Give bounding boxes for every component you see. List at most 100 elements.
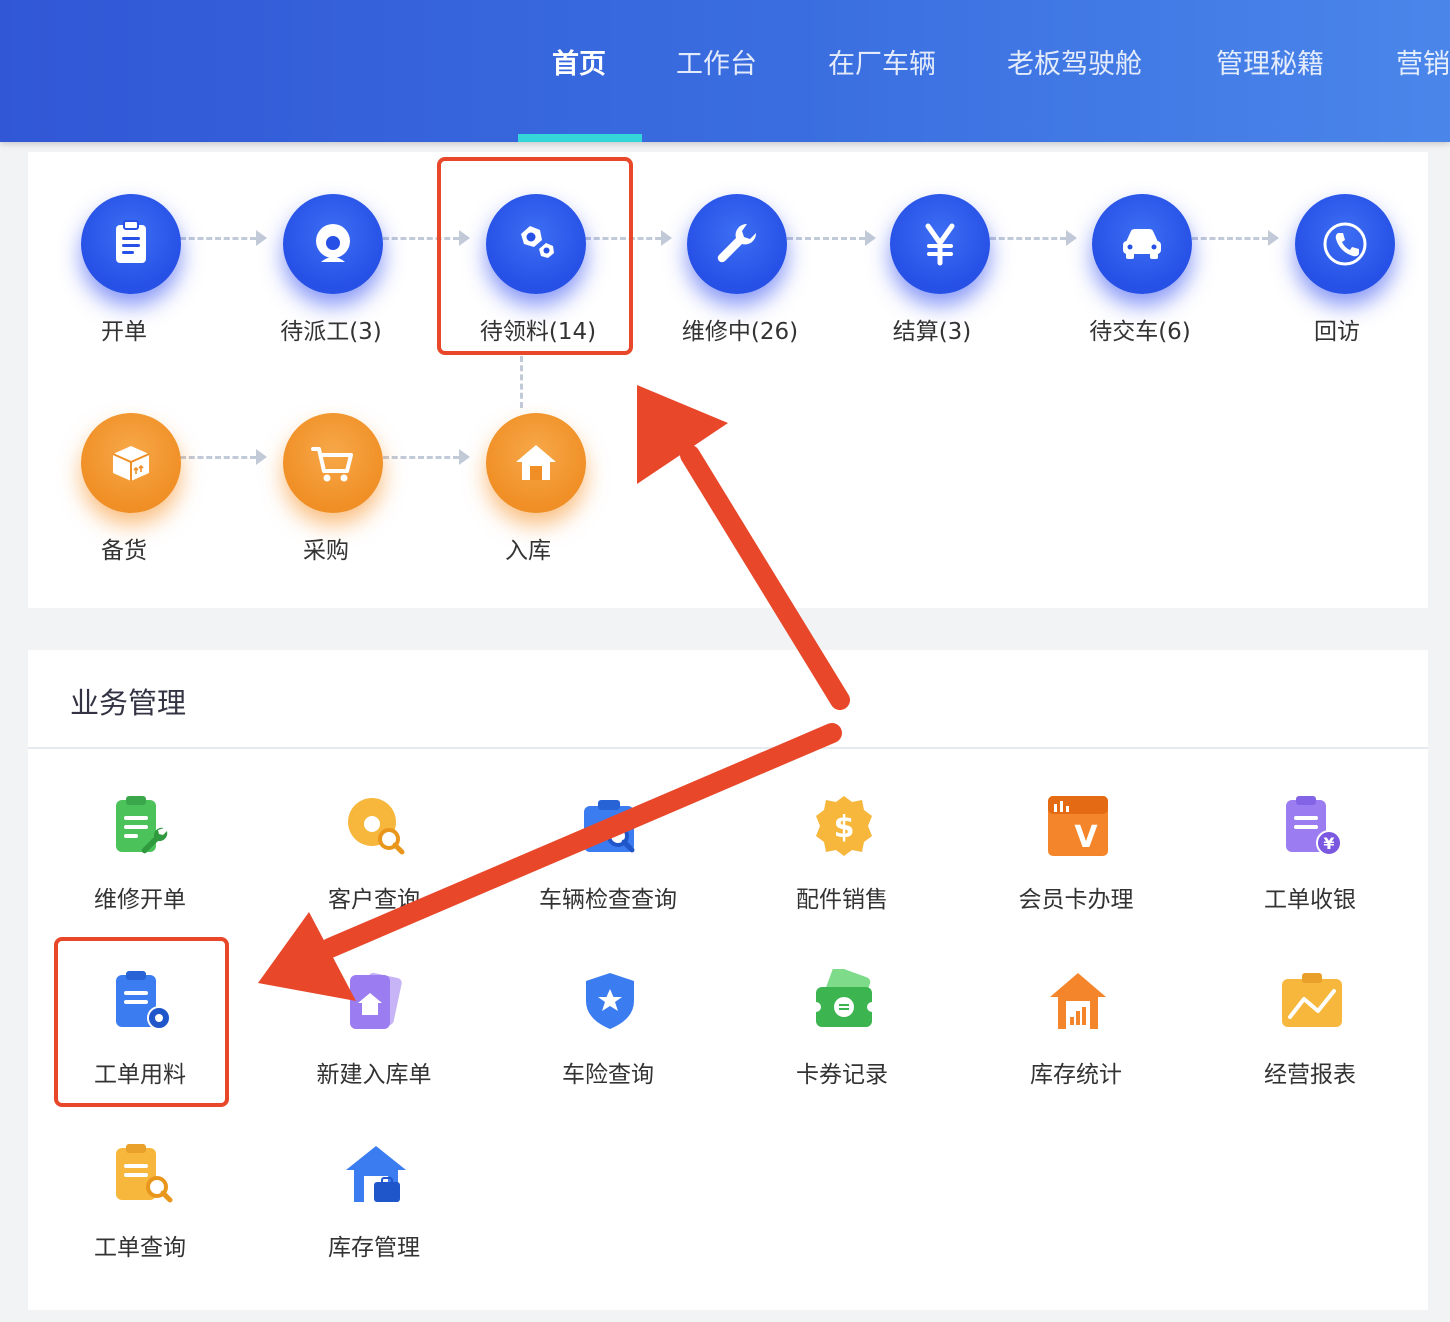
box-icon xyxy=(112,446,150,481)
flow-label-stock-prep: 备货 xyxy=(101,538,147,564)
flow-label-pending-delivery: 待交车(6) xyxy=(1089,319,1191,345)
biz-item-insurance[interactable]: 车险查询 xyxy=(508,969,708,1119)
biz-label: 库存统计 xyxy=(1030,1062,1122,1088)
flow-arrow xyxy=(459,449,470,465)
biz-label: 车险查询 xyxy=(562,1062,654,1088)
flow-arrow xyxy=(865,230,876,246)
biz-label: 新建入库单 xyxy=(316,1062,432,1088)
flow-connector-vertical xyxy=(520,356,523,408)
biz-item-member-card[interactable]: V 会员卡办理 xyxy=(976,794,1176,944)
flow-arrow xyxy=(1066,230,1077,246)
customer-search-icon xyxy=(348,798,405,855)
top-nav-bar: 首页 工作台 在厂车辆 老板驾驶舱 管理秘籍 营销 xyxy=(0,0,1450,142)
flow-node-settlement[interactable] xyxy=(890,194,990,294)
nav-item-boss-cockpit[interactable]: 老板驾驶舱 xyxy=(1007,40,1142,90)
flow-connector xyxy=(990,237,1066,240)
member-card-icon: V xyxy=(1048,796,1108,856)
phone-icon xyxy=(1323,222,1367,266)
biz-item-parts-sale[interactable]: $ 配件销售 xyxy=(742,794,942,944)
nav-item-workbench[interactable]: 工作台 xyxy=(676,40,757,90)
biz-label: 工单用料 xyxy=(94,1062,186,1088)
flow-node-stock-prep[interactable] xyxy=(81,413,181,513)
biz-item-order-search[interactable]: 工单查询 xyxy=(40,1142,240,1292)
car-icon xyxy=(1123,229,1161,259)
flow-node-purchase[interactable] xyxy=(283,413,383,513)
biz-label: 会员卡办理 xyxy=(1018,887,1134,913)
flow-connector xyxy=(1192,237,1268,240)
flow-arrow xyxy=(256,230,267,246)
mechanic-icon xyxy=(316,224,350,262)
biz-label: 经营报表 xyxy=(1264,1062,1356,1088)
flow-arrow xyxy=(661,230,672,246)
cart-icon xyxy=(311,447,353,482)
biz-label: 客户查询 xyxy=(328,887,420,913)
flow-label-open-order: 开单 xyxy=(101,319,147,345)
wrench-icon xyxy=(717,223,757,263)
biz-item-coupon-record[interactable]: 卡券记录 xyxy=(742,969,942,1119)
parts-sale-icon: $ xyxy=(816,796,872,856)
order-material-icon xyxy=(116,971,171,1030)
flow-label-stock-in: 入库 xyxy=(505,538,551,564)
repair-order-icon xyxy=(116,796,168,854)
biz-item-order-cashier[interactable]: ¥ 工单收银 xyxy=(1210,794,1410,944)
stock-manage-icon xyxy=(346,1146,406,1202)
biz-label: 库存管理 xyxy=(328,1235,420,1261)
nav-item-vehicles-in-shop[interactable]: 在厂车辆 xyxy=(828,40,936,90)
svg-text:$: $ xyxy=(834,810,855,845)
flow-node-in-repair[interactable] xyxy=(687,194,787,294)
nav-item-management-tips[interactable]: 管理秘籍 xyxy=(1216,40,1324,90)
flow-node-pending-delivery[interactable] xyxy=(1092,194,1192,294)
flow-arrow xyxy=(459,230,470,246)
flow-node-stock-in[interactable] xyxy=(486,413,586,513)
flow-connector xyxy=(180,456,256,459)
insurance-icon xyxy=(586,973,634,1029)
biz-item-order-material[interactable]: 工单用料 xyxy=(40,969,240,1119)
svg-text:¥: ¥ xyxy=(1323,834,1334,853)
nav-active-indicator xyxy=(518,134,642,142)
flow-label-follow-up: 回访 xyxy=(1314,319,1360,345)
vehicle-inspection-icon xyxy=(584,800,635,853)
flow-arrow xyxy=(256,449,267,465)
flow-node-pending-dispatch[interactable] xyxy=(283,194,383,294)
biz-label: 工单收银 xyxy=(1264,887,1356,913)
stock-stats-icon xyxy=(1050,973,1106,1029)
biz-label: 维修开单 xyxy=(94,887,186,913)
flow-label-in-repair: 维修中(26) xyxy=(681,319,799,345)
biz-item-customer-search[interactable]: 客户查询 xyxy=(274,794,474,944)
biz-item-stock-stats[interactable]: 库存统计 xyxy=(976,969,1176,1119)
new-stock-in-icon xyxy=(350,972,402,1029)
flow-node-pending-material[interactable] xyxy=(486,194,586,294)
flow-connector xyxy=(383,456,459,459)
biz-item-business-report[interactable]: 经营报表 xyxy=(1210,969,1410,1119)
biz-item-repair-order[interactable]: 维修开单 xyxy=(40,794,240,944)
warehouse-icon xyxy=(516,445,556,480)
nav-item-marketing[interactable]: 营销 xyxy=(1396,40,1450,90)
report-icon xyxy=(1282,973,1342,1027)
svg-text:V: V xyxy=(1074,820,1098,855)
section-divider xyxy=(28,747,1428,749)
nav-item-home[interactable]: 首页 xyxy=(552,40,606,90)
flow-connector xyxy=(787,237,865,240)
yen-icon xyxy=(925,223,955,266)
biz-item-new-stock-in[interactable]: 新建入库单 xyxy=(274,969,474,1119)
flow-connector xyxy=(585,237,661,240)
biz-label: 卡券记录 xyxy=(796,1062,888,1088)
flow-connector xyxy=(383,237,459,240)
business-section-title: 业务管理 xyxy=(70,686,187,720)
clipboard-icon xyxy=(116,220,146,263)
flow-arrow xyxy=(1268,230,1279,246)
biz-label: 工单查询 xyxy=(94,1235,186,1261)
biz-item-vehicle-inspection[interactable]: 车辆检查查询 xyxy=(508,794,708,944)
parts-icon xyxy=(521,226,554,258)
flow-label-pending-material: 待领料(14) xyxy=(479,319,597,345)
order-search-icon xyxy=(116,1144,173,1203)
biz-label: 配件销售 xyxy=(796,887,888,913)
flow-node-follow-up[interactable] xyxy=(1295,194,1395,294)
biz-label: 车辆检查查询 xyxy=(539,887,677,913)
flow-label-purchase: 采购 xyxy=(303,538,349,564)
order-cashier-icon: ¥ xyxy=(1286,796,1342,856)
biz-item-stock-manage[interactable]: 库存管理 xyxy=(274,1142,474,1292)
flow-connector xyxy=(180,237,256,240)
coupon-icon xyxy=(812,969,876,1027)
flow-node-open-order[interactable] xyxy=(81,194,181,294)
